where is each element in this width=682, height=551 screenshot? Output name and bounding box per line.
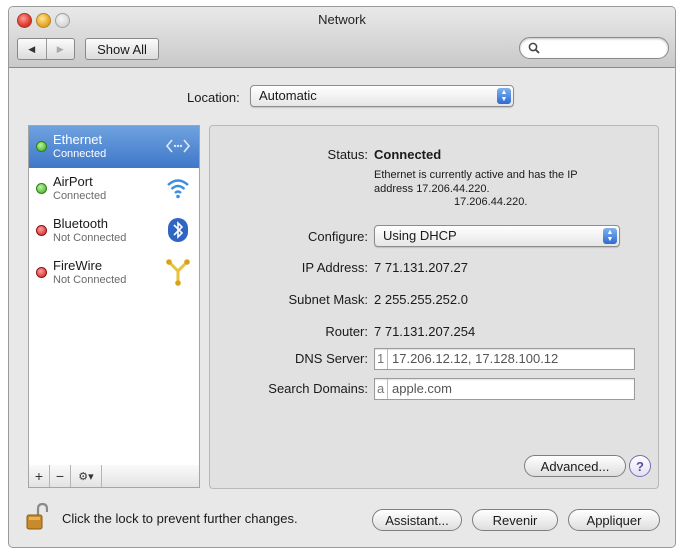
status-description-ip: 17.206.44.220. — [454, 196, 528, 208]
service-status: Connected — [53, 148, 107, 160]
subnet-mask-label: Subnet Mask: — [288, 292, 369, 307]
ip-address-value: 7 71.131.207.27 — [374, 260, 468, 275]
location-popup[interactable]: Automatic ▲ ▼ — [250, 85, 514, 107]
search-domains-value: apple.com — [392, 381, 452, 396]
service-name: FireWire — [53, 258, 103, 273]
service-name: Ethernet — [53, 132, 103, 147]
configure-label: Configure: — [308, 229, 368, 244]
back-arrow-icon: ◀ — [28, 43, 36, 54]
forward-button[interactable]: ▶ — [45, 39, 75, 59]
dns-server-value: 17.206.12.12, 17.128.100.12 — [392, 351, 559, 366]
status-indicator-green — [36, 183, 47, 194]
lock-open-icon[interactable] — [26, 502, 49, 531]
dns-server-label: DNS Server: — [295, 351, 368, 366]
configure-value: Using DHCP — [383, 228, 457, 243]
router-label: Router: — [325, 324, 368, 339]
configure-popup[interactable]: Using DHCP ▲ ▼ — [374, 225, 620, 247]
popup-arrows-icon: ▲ ▼ — [603, 228, 617, 244]
network-preferences-window: Network ◀ ▶ Show All Location: Automatic… — [8, 6, 676, 548]
remove-service-button[interactable]: − — [50, 465, 71, 487]
status-indicator-red — [36, 267, 47, 278]
status-value: Connected — [374, 147, 442, 162]
lock-instruction-text: Click the lock to prevent further change… — [62, 511, 298, 526]
location-value: Automatic — [259, 88, 317, 103]
ethernet-icon — [165, 133, 191, 159]
wifi-icon — [165, 175, 191, 201]
advanced-button[interactable]: Advanced... — [524, 455, 626, 477]
service-list-toolbar: + − ⚙▾ — [28, 465, 200, 488]
location-label: Location: — [187, 90, 240, 105]
apply-button[interactable]: Appliquer — [568, 509, 660, 531]
show-all-button[interactable]: Show All — [85, 38, 159, 60]
back-button[interactable]: ◀ — [18, 39, 46, 59]
router-value: 7 71.131.207.254 — [374, 324, 476, 339]
back-forward-control: ◀ ▶ — [17, 38, 75, 60]
status-indicator-green — [36, 141, 47, 152]
assistant-button[interactable]: Assistant... — [372, 509, 462, 531]
dns-server-field[interactable]: 1 17.206.12.12, 17.128.100.12 — [374, 348, 635, 370]
service-item-bluetooth[interactable]: Bluetooth Not Connected — [29, 210, 199, 252]
status-label: Status: — [327, 147, 368, 162]
service-name: AirPort — [53, 174, 93, 189]
service-status: Connected — [53, 190, 107, 202]
search-icon — [528, 39, 540, 57]
search-domains-label: Search Domains: — [268, 381, 368, 396]
window-title: Network — [318, 12, 366, 27]
field-divider — [387, 349, 388, 369]
search-domains-stub: a — [377, 381, 385, 396]
field-divider — [387, 379, 388, 399]
dns-server-stub: 1 — [377, 351, 385, 366]
firewire-icon — [165, 259, 191, 286]
help-button[interactable]: ? — [629, 455, 651, 477]
bluetooth-icon — [165, 217, 191, 243]
forward-arrow-icon: ▶ — [56, 43, 64, 54]
service-name: Bluetooth — [53, 216, 108, 231]
service-status: Not Connected — [53, 274, 127, 286]
popup-arrows-icon: ▲ ▼ — [497, 88, 511, 104]
status-description: Ethernet is currently active and has the… — [374, 169, 578, 195]
search-domains-field[interactable]: a apple.com — [374, 378, 635, 400]
revert-button[interactable]: Revenir — [472, 509, 558, 531]
search-field[interactable] — [519, 37, 669, 59]
service-item-firewire[interactable]: FireWire Not Connected — [29, 252, 199, 294]
service-actions-gear-icon[interactable]: ⚙▾ — [71, 465, 102, 487]
service-status: Not Connected — [53, 232, 127, 244]
subnet-mask-value: 2 255.255.252.0 — [374, 292, 468, 307]
ip-address-label: IP Address: — [301, 260, 368, 275]
network-service-list[interactable]: Ethernet Connected AirPort Connected Blu… — [28, 125, 200, 467]
add-service-button[interactable]: + — [29, 465, 50, 487]
service-item-airport[interactable]: AirPort Connected — [29, 168, 199, 210]
service-detail-panel: Status: Connected Ethernet is currently … — [209, 125, 659, 489]
status-indicator-red — [36, 225, 47, 236]
service-item-ethernet[interactable]: Ethernet Connected — [29, 126, 199, 168]
title-bar: Network ◀ ▶ Show All — [9, 7, 675, 68]
